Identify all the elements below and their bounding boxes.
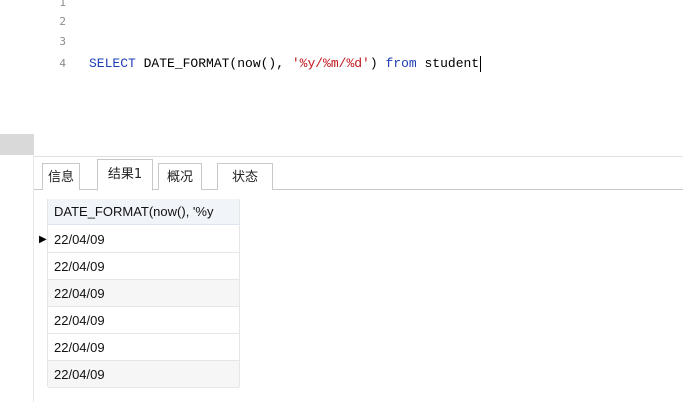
line-number: 4 — [59, 57, 66, 70]
text-cursor — [480, 56, 482, 72]
sql-code-line[interactable]: SELECT DATE_FORMAT(now(), '%y/%m/%d') fr… — [89, 56, 482, 72]
table-row[interactable]: 22/04/09 — [48, 280, 239, 307]
line-number-gutter: 1 2 3 4 — [34, 0, 72, 157]
current-row-marker-icon: ▶ — [39, 234, 47, 245]
tab-info[interactable]: 信息 — [42, 163, 80, 190]
tab-status[interactable]: 状态 — [217, 163, 273, 190]
sql-paren: ) — [369, 56, 386, 71]
table-row[interactable]: 22/04/09 — [48, 307, 239, 334]
sql-keyword-select: SELECT — [89, 56, 136, 71]
sql-keyword-from: from — [385, 56, 417, 71]
tab-overview[interactable]: 概况 — [158, 163, 202, 190]
tab-result1[interactable]: 结果1 — [97, 159, 153, 191]
line-number: 3 — [59, 35, 66, 48]
sql-function-call: DATE_FORMAT(now(), — [135, 56, 292, 71]
table-row[interactable]: 22/04/09 — [48, 253, 239, 280]
line-number: 2 — [59, 15, 66, 28]
left-panel — [0, 0, 34, 402]
left-panel-divider — [33, 155, 34, 402]
sql-editor[interactable]: 1 2 3 4 SELECT DATE_FORMAT(now(), '%y/%m… — [34, 0, 683, 157]
sql-table-name: student — [416, 56, 480, 71]
left-panel-highlight — [0, 134, 34, 155]
table-row[interactable]: 22/04/09 — [48, 334, 239, 361]
grid-column-header[interactable]: DATE_FORMAT(now(), '%y — [48, 199, 239, 225]
table-row[interactable]: 22/04/09 — [48, 361, 239, 388]
table-row[interactable]: 22/04/09 — [48, 226, 239, 253]
line-number: 1 — [59, 0, 66, 9]
grid-right-border — [239, 199, 240, 387]
sql-string-literal: '%y/%m/%d' — [291, 56, 370, 71]
result-tabbar: 信息 结果1 概况 状态 — [34, 157, 683, 191]
